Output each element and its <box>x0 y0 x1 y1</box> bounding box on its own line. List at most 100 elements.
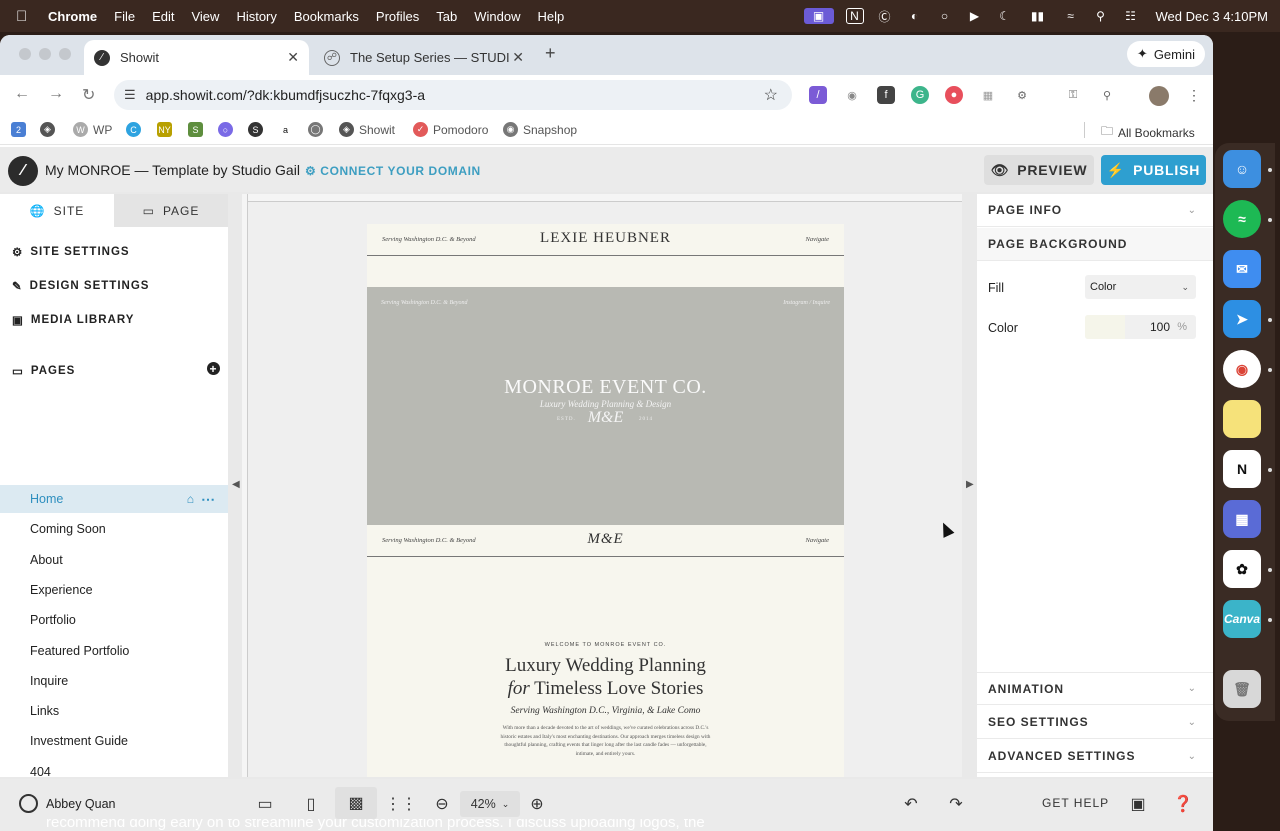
back-icon[interactable]: ← <box>14 85 30 103</box>
search-icon[interactable]: ⚲ <box>1092 8 1110 24</box>
publish-button[interactable]: ⚡ PUBLISH <box>1101 155 1206 185</box>
menu-tab[interactable]: Tab <box>436 9 457 24</box>
tab-showit[interactable]: ∕ Showit ✕ <box>84 40 309 75</box>
design-canvas[interactable]: Serving Washington D.C. & Beyond LEXIE H… <box>232 194 974 777</box>
header-section-2[interactable]: Serving Washington D.C. & Beyond M&E Nav… <box>367 525 844 557</box>
more-options-icon[interactable]: ⋯ <box>201 491 215 508</box>
desktop-view-icon[interactable]: ▩ <box>335 787 377 819</box>
page-item-home[interactable]: Home ⌂ ⋯ <box>0 485 228 513</box>
tab-site[interactable]: 🌐 SITE <box>0 194 114 227</box>
header-section[interactable]: Serving Washington D.C. & Beyond LEXIE H… <box>367 224 844 256</box>
zoom-out-icon[interactable]: ⊖ <box>430 792 454 816</box>
color-picker-icon[interactable]: ● <box>945 86 963 104</box>
minimize-window-icon[interactable] <box>39 48 51 60</box>
page-info-section[interactable]: PAGE INFO ⌄ <box>977 194 1213 227</box>
advanced-settings-section[interactable]: ADVANCED SETTINGS ⌄ <box>977 740 1213 773</box>
finder-icon[interactable]: ☺ <box>1223 150 1261 188</box>
get-help-link[interactable]: GET HELP <box>1042 796 1109 810</box>
design-settings[interactable]: ✎ DESIGN SETTINGS <box>12 279 149 293</box>
password-key-icon[interactable]: ⚿ <box>1064 86 1082 104</box>
menu-file[interactable]: File <box>114 9 135 24</box>
maximize-window-icon[interactable] <box>59 48 71 60</box>
menu-edit[interactable]: Edit <box>152 9 174 24</box>
intro-section[interactable]: WELCOME TO MONROE EVENT CO. Luxury Weddi… <box>367 642 844 758</box>
menu-bookmarks[interactable]: Bookmarks <box>294 9 359 24</box>
tab-setup-series[interactable]: ☍ The Setup Series — STUDIO G ✕ <box>314 40 534 75</box>
page-item-inquire[interactable]: Inquire <box>0 667 228 695</box>
screen-share-icon[interactable]: ▣ <box>803 8 834 24</box>
menu-view[interactable]: View <box>191 9 219 24</box>
moon-icon[interactable]: ☾ <box>996 8 1014 24</box>
c-status-icon[interactable]: Ⓒ <box>876 8 894 24</box>
new-tab-icon[interactable]: + <box>545 43 556 64</box>
grid-icon[interactable]: ⋮⋮ <box>385 792 417 816</box>
notes-icon[interactable] <box>1223 400 1261 438</box>
camera-extension-icon[interactable]: ◉ <box>843 86 861 104</box>
extensions-puzzle-icon[interactable]: ⚙ <box>1013 86 1031 104</box>
bookmark-amazon[interactable]: a <box>278 122 293 137</box>
close-tab-icon[interactable]: ✕ <box>512 49 524 66</box>
control-center-icon[interactable]: ☷ <box>1122 8 1140 24</box>
url-text[interactable]: app.showit.com/?dk:kbumdfjsuczhc-7fqxg3-… <box>146 87 425 103</box>
connect-domain-link[interactable]: ⚙ CONNECT YOUR DOMAIN <box>305 164 481 178</box>
add-page-icon[interactable]: + <box>207 362 220 376</box>
bookmark-c[interactable]: C <box>126 122 141 137</box>
undo-icon[interactable]: ↶ <box>899 792 923 816</box>
play-icon[interactable]: ▶ <box>966 8 984 24</box>
site-title[interactable]: My MONROE — Template by Studio Gail <box>45 162 300 178</box>
battery-icon[interactable]: ▮▮ <box>1026 8 1050 24</box>
focus-icon[interactable]: ○ <box>936 8 954 24</box>
reload-icon[interactable]: ↻ <box>82 85 95 105</box>
redo-icon[interactable]: ↷ <box>944 792 968 816</box>
apple-icon[interactable]:  <box>16 8 34 25</box>
tab-search-icon[interactable]: ⚲ <box>1098 86 1116 104</box>
close-window-icon[interactable] <box>19 48 31 60</box>
zoom-select[interactable]: 42% ⌄ <box>460 791 520 817</box>
all-bookmarks[interactable]: 🗀 All Bookmarks <box>1101 122 1195 143</box>
notion-status-icon[interactable]: N <box>845 8 864 24</box>
forward-icon[interactable]: → <box>48 85 64 103</box>
menu-profiles[interactable]: Profiles <box>376 9 419 24</box>
notion-icon[interactable]: N <box>1223 450 1261 488</box>
spotify-icon[interactable]: ≈ <box>1223 200 1261 238</box>
page-item-about[interactable]: About <box>0 546 228 574</box>
bookmark-star-icon[interactable]: ☆ <box>764 85 778 105</box>
bookmark-calendar[interactable]: 2 <box>11 122 26 137</box>
desktop-mobile-icon[interactable]: ▭ <box>253 792 277 816</box>
page-item-coming-soon[interactable]: Coming Soon <box>0 515 228 543</box>
tab-page[interactable]: ▭ PAGE <box>114 194 228 227</box>
vpn-icon[interactable]: ◐ <box>906 8 924 24</box>
mail-icon[interactable]: ✉ <box>1223 250 1261 288</box>
opacity-value[interactable]: 100 <box>1150 320 1170 334</box>
page-item-links[interactable]: Links <box>0 697 228 725</box>
seo-settings-section[interactable]: SEO SETTINGS ⌄ <box>977 706 1213 739</box>
zoom-in-icon[interactable]: ⊕ <box>525 792 549 816</box>
page-item-investment-guide[interactable]: Investment Guide <box>0 727 228 755</box>
extension-icon[interactable]: / <box>809 86 827 104</box>
wifi-icon[interactable]: ≈ <box>1062 8 1080 24</box>
menu-window[interactable]: Window <box>474 9 520 24</box>
trash-icon[interactable]: 🗑 <box>1223 670 1261 708</box>
site-settings[interactable]: ⚙ SITE SETTINGS <box>12 245 130 259</box>
animation-section[interactable]: ANIMATION ⌄ <box>977 672 1213 705</box>
canva-icon[interactable]: Canva <box>1223 600 1261 638</box>
grammarly-icon[interactable]: G <box>911 86 929 104</box>
preview-button[interactable]: 👁 PREVIEW <box>984 155 1094 185</box>
chrome-icon[interactable]: ◉ <box>1223 350 1261 388</box>
color-swatch[interactable] <box>1085 315 1125 339</box>
page-item-portfolio[interactable]: Portfolio <box>0 606 228 634</box>
bookmark-wp[interactable]: W WP <box>73 122 112 137</box>
more-menu-icon[interactable]: ⋮ <box>1185 86 1203 104</box>
close-tab-icon[interactable]: ✕ <box>287 49 299 66</box>
mobile-view-icon[interactable]: ▯ <box>299 792 323 816</box>
menu-history[interactable]: History <box>236 9 276 24</box>
bookmark-snapshop[interactable]: ◉ Snapshop <box>503 122 577 137</box>
bookmark-icon-2[interactable]: ◈ <box>40 122 55 137</box>
collapse-left-icon[interactable]: ◀ <box>232 479 240 490</box>
page-item-experience[interactable]: Experience <box>0 576 228 604</box>
docs-icon[interactable]: ▣ <box>1126 792 1150 816</box>
bookmark-s[interactable]: S <box>248 122 263 137</box>
bookmark-circle[interactable]: ○ <box>218 122 233 137</box>
safari-icon[interactable]: ➤ <box>1223 300 1261 338</box>
function-extension-icon[interactable]: f <box>877 86 895 104</box>
